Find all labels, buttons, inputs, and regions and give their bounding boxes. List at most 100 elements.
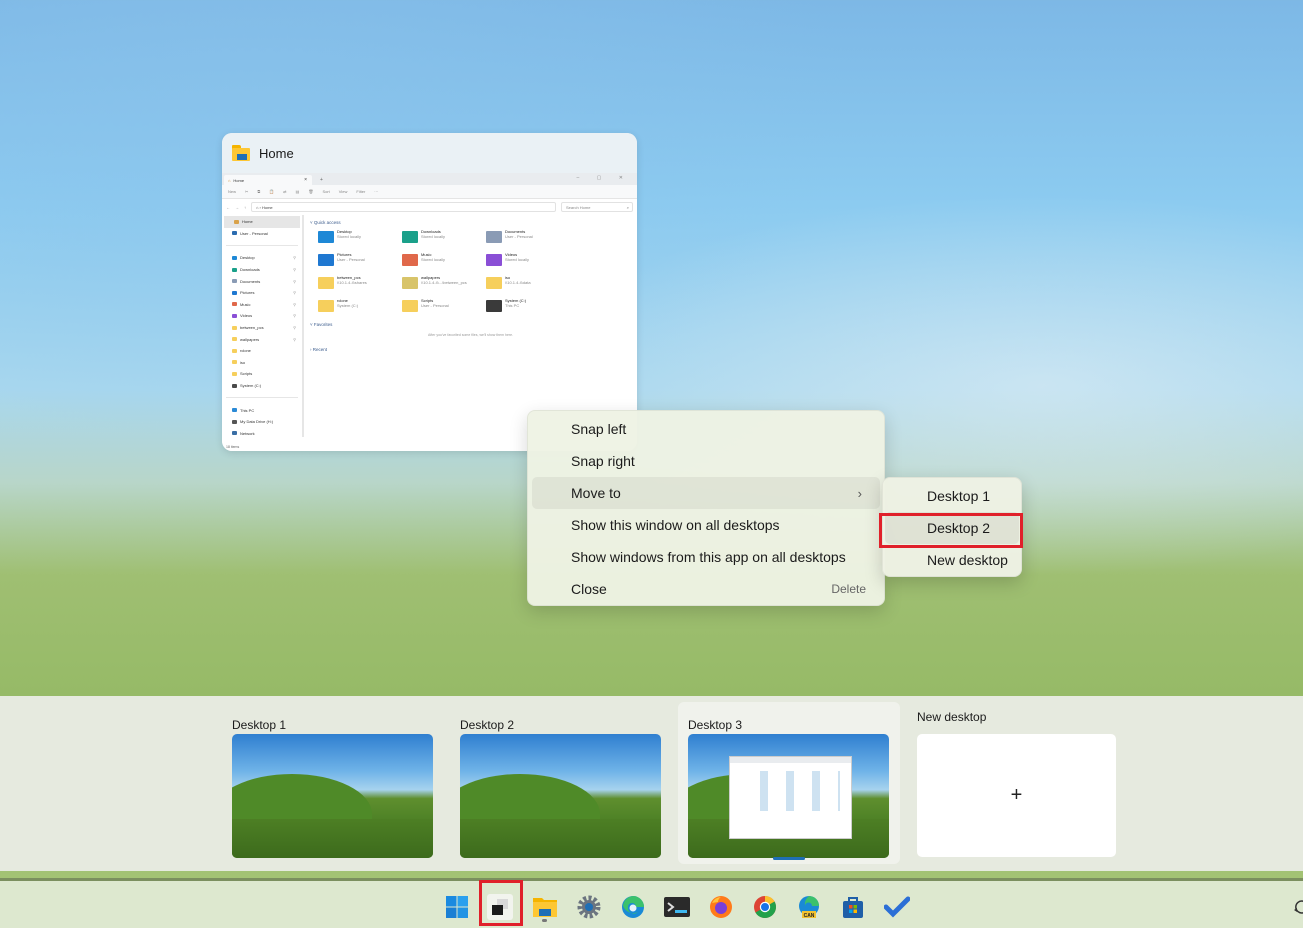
quick-access-item: Pictures User - Personal xyxy=(318,252,402,270)
menu-item-snap-right[interactable]: Snap right xyxy=(532,445,880,477)
folder-icon xyxy=(318,231,334,243)
quick-access-sub: \\10.1.4.4\shares xyxy=(337,280,367,285)
quick-access-item: wallpapers \\10.1.4.4\...\between_pcs xyxy=(402,275,486,293)
nav-item-wallpapers: wallpapers ⚲ xyxy=(222,333,302,345)
quick-access-item: Desktop Stored locally xyxy=(318,229,402,247)
search-placeholder: Search Home xyxy=(566,204,591,210)
explorer-tabbar: ⌂ Home × + – ▢ ✕ xyxy=(222,173,637,185)
microsoft-store-button[interactable] xyxy=(840,894,866,920)
cut-icon: ✂ xyxy=(245,189,249,194)
file-explorer-button[interactable] xyxy=(532,894,558,920)
new-desktop-button[interactable]: + xyxy=(917,734,1116,857)
quick-access-sub: User - Personal xyxy=(337,257,365,262)
folder-icon xyxy=(402,254,418,266)
quick-access-sub: Stored locally xyxy=(421,234,446,239)
nav-divider xyxy=(226,397,298,399)
back-icon: ← xyxy=(226,204,230,210)
close-accelerator: Delete xyxy=(831,582,866,596)
menu-item-snap-left[interactable]: Snap left xyxy=(532,413,880,445)
pin-icon: ⚲ xyxy=(293,336,296,342)
window-thumbnail-title: Home xyxy=(259,145,294,161)
window-thumbnail-header: Home xyxy=(222,133,637,173)
window-controls: – ▢ ✕ xyxy=(576,175,631,181)
folder-icon xyxy=(533,898,557,917)
explorer-address-row: ← → ↑ ⌂ › Home Search Home ⌕ xyxy=(222,199,637,215)
edge-icon xyxy=(622,896,644,918)
delete-icon: 🗑 xyxy=(308,189,314,194)
quick-access-sub: Stored locally xyxy=(421,257,446,262)
sync-icon[interactable] xyxy=(1288,894,1303,920)
active-desktop-indicator xyxy=(773,857,805,860)
store-icon xyxy=(843,897,863,918)
edge-canary-button[interactable]: CAN xyxy=(796,894,822,920)
window-thumbnail-home[interactable]: Home ⌂ Home × + – ▢ ✕ New ✂ ⧉ 📋 ⇄ ▤ 🗑 So… xyxy=(222,133,637,451)
copy-icon: ⧉ xyxy=(257,189,261,194)
folder-icon xyxy=(402,300,418,312)
quick-access-item: Downloads Stored locally xyxy=(402,229,486,247)
terminal-icon xyxy=(664,897,690,917)
address-bar: ⌂ › Home xyxy=(251,202,556,212)
explorer-tab: ⌂ Home × xyxy=(224,175,312,185)
favorites-empty-text: After you've favorited some files, we'll… xyxy=(428,333,513,337)
menu-item-move-to[interactable]: Move to › xyxy=(532,477,880,509)
nav-item-network: Network xyxy=(222,428,302,440)
file-explorer-icon xyxy=(232,145,250,161)
checkmark-icon xyxy=(884,896,910,918)
window-context-menu: Snap left Snap right Move to › Show this … xyxy=(527,410,885,606)
pin-icon: ⚲ xyxy=(293,301,296,307)
nav-divider xyxy=(226,245,298,247)
annotation-highlight-desktop-2 xyxy=(879,513,1023,548)
terminal-button[interactable] xyxy=(664,894,690,920)
new-button: New xyxy=(228,189,237,194)
edge-canary-icon: CAN xyxy=(799,896,819,919)
forward-icon: → xyxy=(235,204,239,210)
desktop-card-1[interactable]: Desktop 1 xyxy=(222,702,444,864)
quick-access-sub: \\10.1.4.4\data xyxy=(505,280,531,285)
folder-icon xyxy=(486,300,502,312)
menu-item-show-window-all-desktops[interactable]: Show this window on all desktops xyxy=(532,509,880,541)
quick-access-item: between_pcs \\10.1.4.4\shares xyxy=(318,275,402,293)
todo-button[interactable] xyxy=(884,894,910,920)
section-quick-access: ˅ Quick access xyxy=(310,220,341,225)
start-button[interactable] xyxy=(444,894,470,920)
chrome-icon xyxy=(754,896,776,918)
pin-icon: ⚲ xyxy=(293,255,296,261)
edge-button[interactable] xyxy=(620,894,646,920)
submenu-item-desktop-1[interactable]: Desktop 1 xyxy=(885,480,1019,512)
nav-item-desktop: Desktop ⚲ xyxy=(222,252,302,264)
firefox-button[interactable] xyxy=(708,894,734,920)
rename-icon: ▤ xyxy=(295,189,300,194)
gear-icon xyxy=(577,895,601,919)
share-icon: ⇄ xyxy=(283,189,287,194)
add-tab-icon: + xyxy=(320,177,323,183)
explorer-tab-label: Home xyxy=(233,177,245,183)
quick-access-item: Documents User - Personal xyxy=(486,229,570,247)
nav-item-pictures: Pictures ⚲ xyxy=(222,287,302,299)
quick-access-grid: Desktop Stored locally Downloads Stored loc… xyxy=(310,229,631,316)
menu-item-close[interactable]: Close Delete xyxy=(532,573,880,605)
menu-item-show-app-all-desktops[interactable]: Show windows from this app on all deskto… xyxy=(532,541,880,573)
quick-access-item: System (C:) This PC xyxy=(486,298,570,316)
desktop-card-3[interactable]: Desktop 3 xyxy=(678,702,900,864)
desktop-card-2[interactable]: Desktop 2 xyxy=(450,702,672,864)
desktop-label: Desktop 1 xyxy=(232,718,287,732)
chrome-button[interactable] xyxy=(752,894,778,920)
new-desktop-label: New desktop xyxy=(917,710,987,724)
submenu-item-new-desktop[interactable]: New desktop xyxy=(885,544,1019,576)
folder-icon xyxy=(402,231,418,243)
search-box: Search Home ⌕ xyxy=(561,202,633,212)
taskbar: CAN xyxy=(0,878,1303,928)
mini-explorer-window xyxy=(729,756,852,839)
nav-item-music: Music ⚲ xyxy=(222,299,302,311)
view-button: View xyxy=(338,189,348,194)
settings-button[interactable] xyxy=(576,894,602,920)
running-indicator xyxy=(542,919,547,922)
quick-access-item: iso \\10.1.4.4\data xyxy=(486,275,570,293)
nav-item-system-c: System (C:) xyxy=(222,380,302,392)
pin-icon: ⚲ xyxy=(293,313,296,319)
svg-text:CAN: CAN xyxy=(804,913,815,919)
quick-access-sub: System (C:) xyxy=(337,303,359,308)
explorer-content: ˅ Quick access Desktop Stored locally Down… xyxy=(304,215,637,437)
section-recent: › Recent xyxy=(310,347,328,352)
search-icon: ⌕ xyxy=(626,204,629,210)
